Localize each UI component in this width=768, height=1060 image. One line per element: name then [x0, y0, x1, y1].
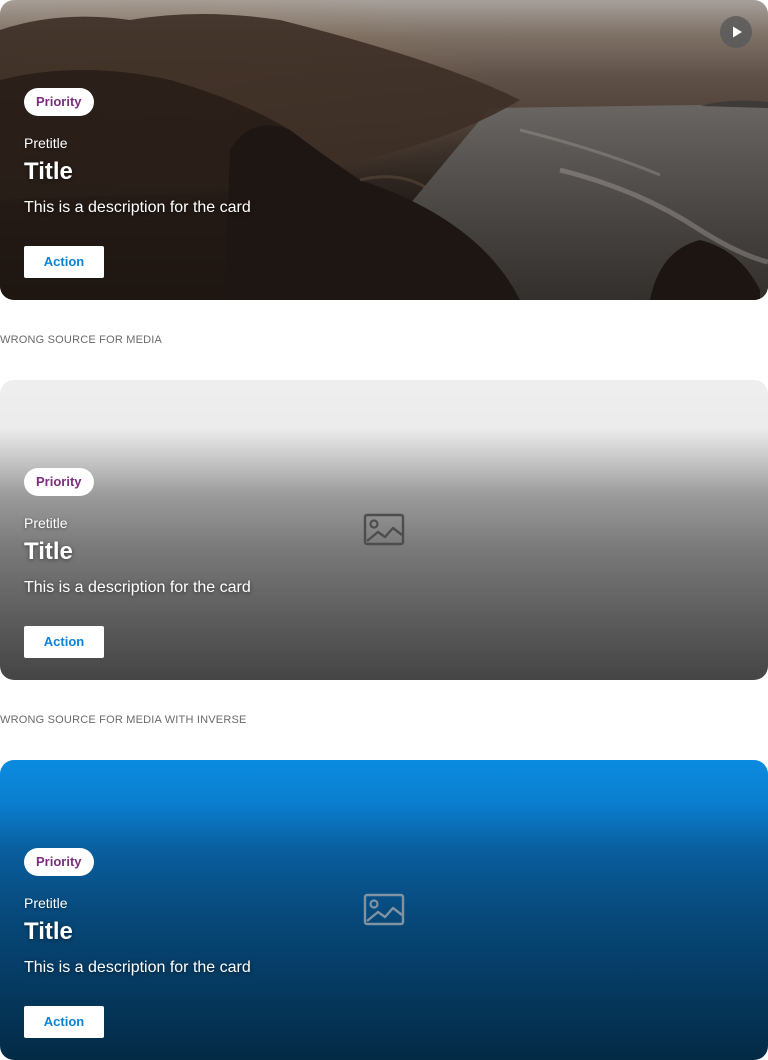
card-title: Title	[24, 918, 73, 945]
card-description: This is a description for the card	[24, 579, 251, 596]
priority-badge: Priority	[24, 88, 94, 116]
play-button[interactable]	[720, 16, 752, 48]
card-pretitle: Pretitle	[24, 135, 68, 151]
priority-badge: Priority	[24, 848, 94, 876]
section-label-wrong-source-inverse: WRONG SOURCE FOR MEDIA WITH INVERSE	[0, 714, 247, 726]
card-content: Priority Pretitle Title This is a descri…	[24, 468, 524, 658]
action-button[interactable]: Action	[24, 626, 104, 658]
card-pretitle: Pretitle	[24, 515, 68, 531]
priority-badge: Priority	[24, 468, 94, 496]
media-card-video: Priority Pretitle Title This is a descri…	[0, 0, 768, 300]
card-title: Title	[24, 158, 73, 185]
card-description: This is a description for the card	[24, 199, 251, 216]
action-button[interactable]: Action	[24, 246, 104, 278]
play-icon	[733, 26, 742, 38]
card-title: Title	[24, 538, 73, 565]
card-content: Priority Pretitle Title This is a descri…	[24, 848, 524, 1038]
media-card-broken: Priority Pretitle Title This is a descri…	[0, 380, 768, 680]
card-description: This is a description for the card	[24, 959, 251, 976]
action-button[interactable]: Action	[24, 1006, 104, 1038]
card-content: Priority Pretitle Title This is a descri…	[24, 88, 524, 278]
card-pretitle: Pretitle	[24, 895, 68, 911]
section-label-wrong-source: WRONG SOURCE FOR MEDIA	[0, 334, 163, 346]
media-card-broken-inverse: Priority Pretitle Title This is a descri…	[0, 760, 768, 1060]
